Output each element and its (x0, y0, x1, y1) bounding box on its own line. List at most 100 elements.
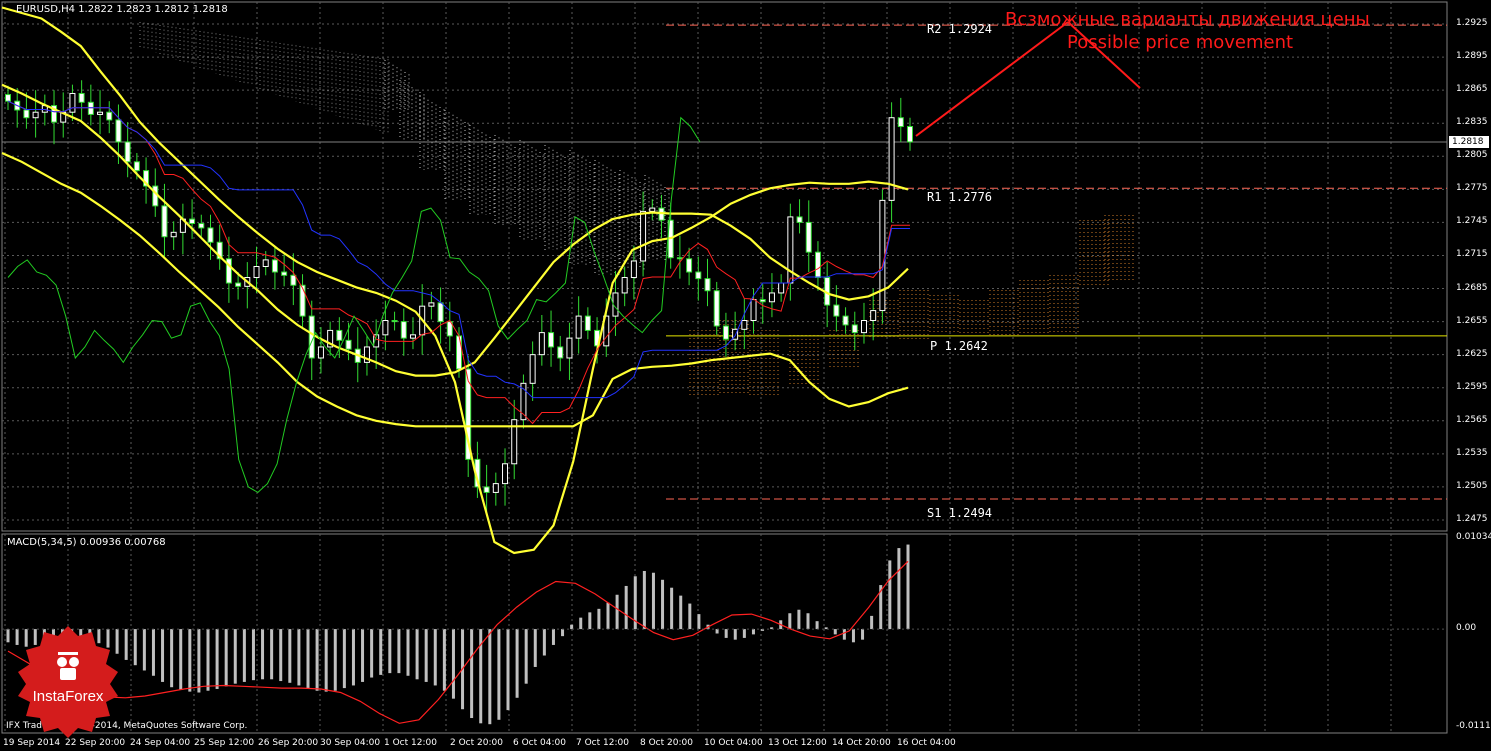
candle-bull (502, 463, 509, 485)
macd-bar (333, 629, 337, 691)
x-tick-label: 10 Oct 04:00 (704, 738, 763, 748)
y-tick-label: 1.2565 (1456, 414, 1488, 425)
trading-chart[interactable] (0, 0, 1491, 751)
y-tick-label: 1.2685 (1456, 282, 1488, 293)
macd-bar (833, 629, 837, 635)
macd-bar (406, 629, 410, 676)
candle-bear (851, 324, 858, 334)
macd-bar (451, 629, 455, 699)
candle-bear (584, 315, 591, 331)
macd-bar (506, 629, 510, 711)
macd-bar (279, 629, 283, 682)
macd-header: MACD(5,34,5) 0.00936 0.00768 (7, 537, 166, 548)
macd-bar (370, 629, 374, 678)
candle-bull (630, 260, 637, 279)
x-tick-label: 24 Sep 04:00 (130, 738, 191, 748)
x-tick-label: 6 Oct 04:00 (513, 738, 566, 748)
macd-bar (888, 560, 892, 630)
macd-bar (679, 595, 683, 630)
logo-badge-icon (18, 626, 118, 738)
candle-bear (115, 119, 122, 143)
macd-bar (570, 624, 574, 630)
x-tick-label: 7 Oct 12:00 (576, 738, 629, 748)
x-tick-label: 25 Sep 12:00 (194, 738, 255, 748)
macd-bar (161, 629, 165, 682)
candle-bear (23, 109, 30, 119)
main-pane-frame (1, 1, 1448, 532)
candle-bull (640, 210, 647, 262)
candle-bear (814, 251, 821, 279)
x-tick-label: 26 Sep 20:00 (258, 738, 319, 748)
forecast-arrow-up (915, 21, 1069, 137)
pivot-s1-label: S1 1.2494 (927, 506, 993, 520)
ichimoku-chikou-line (7, 116, 701, 494)
y-tick-label: 1.2775 (1456, 183, 1488, 194)
candle-bull (69, 92, 76, 113)
macd-bar (624, 585, 628, 630)
candle-bull (750, 299, 757, 322)
macd-bar (6, 629, 10, 643)
macd-bar (542, 629, 546, 656)
pivot-r2-label: R2 1.2924 (927, 22, 993, 36)
candle-bear (759, 299, 766, 303)
candle-bear (796, 216, 803, 223)
candle-bear (557, 346, 564, 359)
macd-bar (224, 629, 228, 687)
candle-bull (575, 315, 582, 339)
candle-bear (87, 101, 94, 115)
candle-bear (842, 315, 849, 326)
candle-bear (704, 278, 711, 292)
macd-bar (515, 629, 519, 698)
macd-bar (124, 629, 128, 660)
candle-bear (483, 486, 490, 493)
macd-bar (142, 629, 146, 671)
y-tick-label: 1.2715 (1456, 249, 1488, 260)
candle-bear (299, 284, 306, 317)
macd-bar (806, 613, 810, 630)
x-tick-label: 19 Sep 2014 (3, 738, 61, 748)
annotation-en: Possible price movement (1067, 32, 1294, 53)
macd-bar (315, 629, 319, 691)
candle-bear (805, 221, 812, 253)
candle-bull (741, 320, 748, 330)
macd-y-tick-label: 0.01034 (1456, 532, 1491, 543)
macd-bar (133, 629, 137, 666)
x-tick-label: 2 Oct 20:00 (450, 738, 503, 748)
symbol-header: EURUSD,H4 1.2822 1.2823 1.2812 1.2818 (16, 4, 228, 15)
macd-bar (551, 629, 555, 645)
macd-bar (797, 609, 801, 630)
candle-bull (621, 277, 628, 294)
candle-bull (768, 292, 775, 303)
candle-bull (317, 346, 324, 359)
y-tick-label: 1.2925 (1456, 18, 1488, 29)
candle-bear (5, 94, 11, 102)
y-tick-label: 1.2625 (1456, 348, 1488, 359)
candle-bear (722, 325, 729, 340)
macd-bar (488, 629, 492, 725)
candle-bear (456, 335, 462, 370)
macd-bar (233, 629, 237, 684)
candle-bull (428, 302, 435, 307)
macd-bar (470, 629, 474, 719)
annotation-ru: Всзможные варианты движения цены (1005, 9, 1370, 30)
y-tick-label: 1.2805 (1456, 150, 1488, 161)
macd-bar (388, 629, 392, 674)
x-tick-label: 14 Oct 20:00 (832, 738, 891, 748)
candle-bull (860, 320, 867, 334)
candle-bear (124, 141, 131, 163)
y-tick-label: 1.2745 (1456, 216, 1488, 227)
candle-bear (686, 258, 693, 273)
macd-bar (324, 629, 328, 692)
y-tick-label: 1.2535 (1456, 447, 1488, 458)
candle-bear (106, 111, 113, 121)
macd-bar (588, 612, 592, 630)
candle-bear (235, 282, 242, 287)
macd-bar (597, 608, 601, 630)
macd-bar (815, 621, 819, 630)
candle-bear (133, 161, 140, 172)
macd-bar (397, 629, 401, 674)
y-tick-label: 1.2595 (1456, 381, 1488, 392)
macd-bar (897, 548, 901, 630)
candle-bear (676, 257, 683, 260)
pivot-p-label: P 1.2642 (930, 339, 988, 353)
